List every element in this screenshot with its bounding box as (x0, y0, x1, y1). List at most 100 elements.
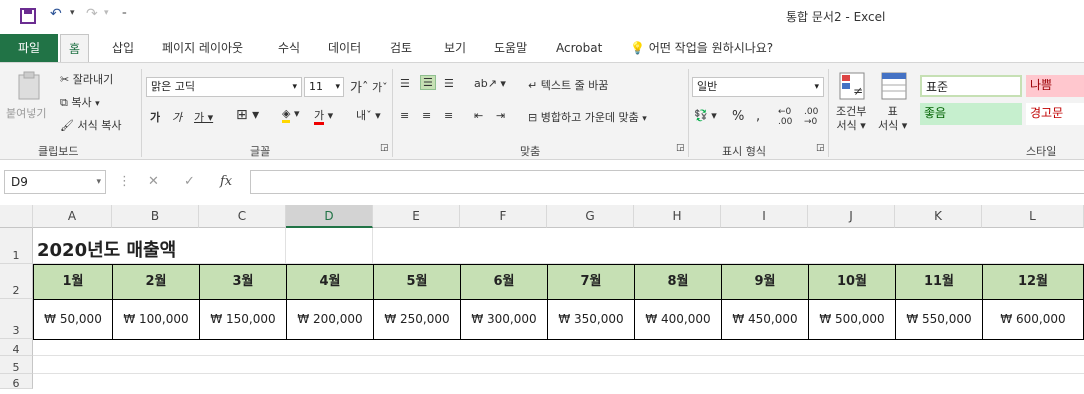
sheet-title-cell[interactable]: 2020년도 매출액 (37, 236, 176, 262)
value-cell[interactable]: ₩ 550,000 (895, 299, 983, 340)
wrap-text-button[interactable]: ↵ 텍스트 줄 바꿈 (528, 77, 608, 93)
merge-center-button[interactable]: ⊟ 병합하고 가운데 맞춤 ▾ (528, 109, 647, 125)
column-header[interactable]: A (33, 205, 112, 228)
select-all-corner[interactable] (0, 205, 33, 228)
cell[interactable] (285, 228, 373, 264)
month-header-cell[interactable]: 11월 (895, 264, 983, 300)
tab-insert[interactable]: 삽입 (104, 34, 142, 62)
format-as-table-button[interactable]: 표 서식 ▾ (878, 105, 907, 133)
column-header[interactable]: L (982, 205, 1084, 228)
column-header[interactable]: K (895, 205, 982, 228)
month-header-cell[interactable]: 7월 (547, 264, 635, 300)
italic-icon[interactable]: 가 (172, 109, 182, 125)
month-header-cell[interactable]: 4월 (286, 264, 374, 300)
value-cell[interactable]: ₩ 50,000 (33, 299, 113, 340)
decrease-decimal-icon[interactable]: .00 →0 (804, 107, 818, 127)
row-header[interactable]: 5 (0, 356, 33, 374)
align-middle-icon[interactable]: ☰ (420, 75, 436, 90)
column-header[interactable]: J (808, 205, 895, 228)
column-header[interactable]: G (547, 205, 634, 228)
bold-icon[interactable]: 가 (150, 109, 160, 125)
font-name-select[interactable]: 맑은 고딕 ▾ (146, 77, 302, 97)
tell-me-search[interactable]: 💡 어떤 작업을 원하시나요? (622, 34, 781, 62)
month-header-cell[interactable]: 12월 (982, 264, 1084, 300)
row-6-cells[interactable] (33, 374, 1084, 389)
copy-button[interactable]: ⧉ 복사 ▾ (60, 94, 100, 110)
column-header[interactable]: F (460, 205, 547, 228)
border-icon[interactable]: ⊞ ▾ (236, 107, 259, 123)
row-header[interactable]: 4 (0, 339, 33, 356)
align-left-icon[interactable]: ≡ (400, 109, 409, 122)
chevron-down-icon[interactable]: ▾ (104, 8, 109, 18)
dialog-launcher-icon[interactable]: ◲ (676, 143, 685, 153)
conditional-format-icon[interactable]: ≠ (838, 71, 866, 104)
tab-formulas[interactable]: 수식 (270, 34, 308, 62)
column-header[interactable]: H (634, 205, 721, 228)
style-bad[interactable]: 나쁨 (1026, 75, 1084, 97)
tab-page-layout[interactable]: 페이지 레이아웃 (154, 34, 251, 62)
tab-data[interactable]: 데이터 (320, 34, 369, 62)
value-cell[interactable]: ₩ 450,000 (721, 299, 809, 340)
row-5-cells[interactable] (33, 356, 1084, 374)
tab-file[interactable]: 파일 (0, 34, 58, 62)
value-cell[interactable]: ₩ 500,000 (808, 299, 896, 340)
increase-font-icon[interactable]: 가ˆ (350, 77, 368, 96)
column-header[interactable]: C (199, 205, 286, 228)
formula-input[interactable] (250, 170, 1084, 194)
row-header[interactable]: 1 (0, 228, 33, 264)
decrease-indent-icon[interactable]: ⇤ (474, 109, 483, 122)
decrease-font-icon[interactable]: 가ˇ (372, 79, 388, 95)
accounting-format-icon[interactable]: 💱 ▾ (694, 109, 717, 122)
name-box[interactable]: D9 ▾ (4, 170, 106, 194)
value-cell[interactable]: ₩ 400,000 (634, 299, 722, 340)
align-top-icon[interactable]: ☰ (400, 77, 410, 90)
tab-view[interactable]: 보기 (436, 34, 474, 62)
value-cell[interactable]: ₩ 350,000 (547, 299, 635, 340)
row-1-cells[interactable] (33, 228, 1084, 264)
value-cell[interactable]: ₩ 100,000 (112, 299, 200, 340)
style-warning[interactable]: 경고문 (1026, 103, 1084, 125)
row-header[interactable]: 3 (0, 299, 33, 339)
percent-icon[interactable]: % (732, 109, 744, 124)
phonetic-icon[interactable]: 내ˇ ▾ (356, 107, 381, 123)
conditional-format-button[interactable]: 조건부 서식 ▾ (836, 105, 866, 133)
format-as-table-icon[interactable] (880, 71, 908, 104)
row-header[interactable]: 6 (0, 374, 33, 390)
month-header-cell[interactable]: 8월 (634, 264, 722, 300)
column-header[interactable]: B (112, 205, 199, 228)
dialog-launcher-icon[interactable]: ◲ (380, 143, 389, 153)
align-right-icon[interactable]: ≡ (444, 109, 453, 122)
value-cell[interactable]: ₩ 600,000 (982, 299, 1084, 340)
font-color-icon[interactable]: 가 ▾ (314, 107, 333, 125)
dialog-launcher-icon[interactable]: ◲ (816, 143, 825, 153)
chevron-down-icon[interactable]: ▾ (70, 8, 75, 18)
cancel-icon[interactable]: ✕ (148, 174, 159, 189)
paste-button[interactable]: 붙여넣기 (6, 105, 46, 121)
style-normal[interactable]: 표준 (920, 75, 1022, 97)
comma-icon[interactable]: , (756, 109, 760, 124)
month-header-cell[interactable]: 1월 (33, 264, 113, 300)
month-header-cell[interactable]: 2월 (112, 264, 200, 300)
paste-icon[interactable] (16, 71, 42, 104)
increase-indent-icon[interactable]: ⇥ (496, 109, 505, 122)
value-cell[interactable]: ₩ 200,000 (286, 299, 374, 340)
month-header-cell[interactable]: 6월 (460, 264, 548, 300)
tab-help[interactable]: 도움말 (486, 34, 535, 62)
month-header-cell[interactable]: 3월 (199, 264, 287, 300)
underline-icon[interactable]: 가 ▾ (194, 109, 213, 125)
column-header[interactable]: E (373, 205, 460, 228)
value-cell[interactable]: ₩ 300,000 (460, 299, 548, 340)
cut-button[interactable]: ✂ 잘라내기 (60, 71, 113, 87)
customize-qat-icon[interactable]: ₌ (122, 8, 127, 18)
column-header[interactable]: I (721, 205, 808, 228)
font-size-select[interactable]: 11 ▾ (304, 77, 344, 97)
month-header-cell[interactable]: 10월 (808, 264, 896, 300)
align-center-icon[interactable]: ≡ (422, 109, 431, 122)
increase-decimal-icon[interactable]: ←0.00 (778, 107, 792, 127)
month-header-cell[interactable]: 9월 (721, 264, 809, 300)
style-good[interactable]: 좋음 (920, 103, 1022, 125)
redo-icon[interactable]: ↷ (86, 6, 98, 22)
value-cell[interactable]: ₩ 250,000 (373, 299, 461, 340)
row-header[interactable]: 2 (0, 264, 33, 299)
value-cell[interactable]: ₩ 150,000 (199, 299, 287, 340)
